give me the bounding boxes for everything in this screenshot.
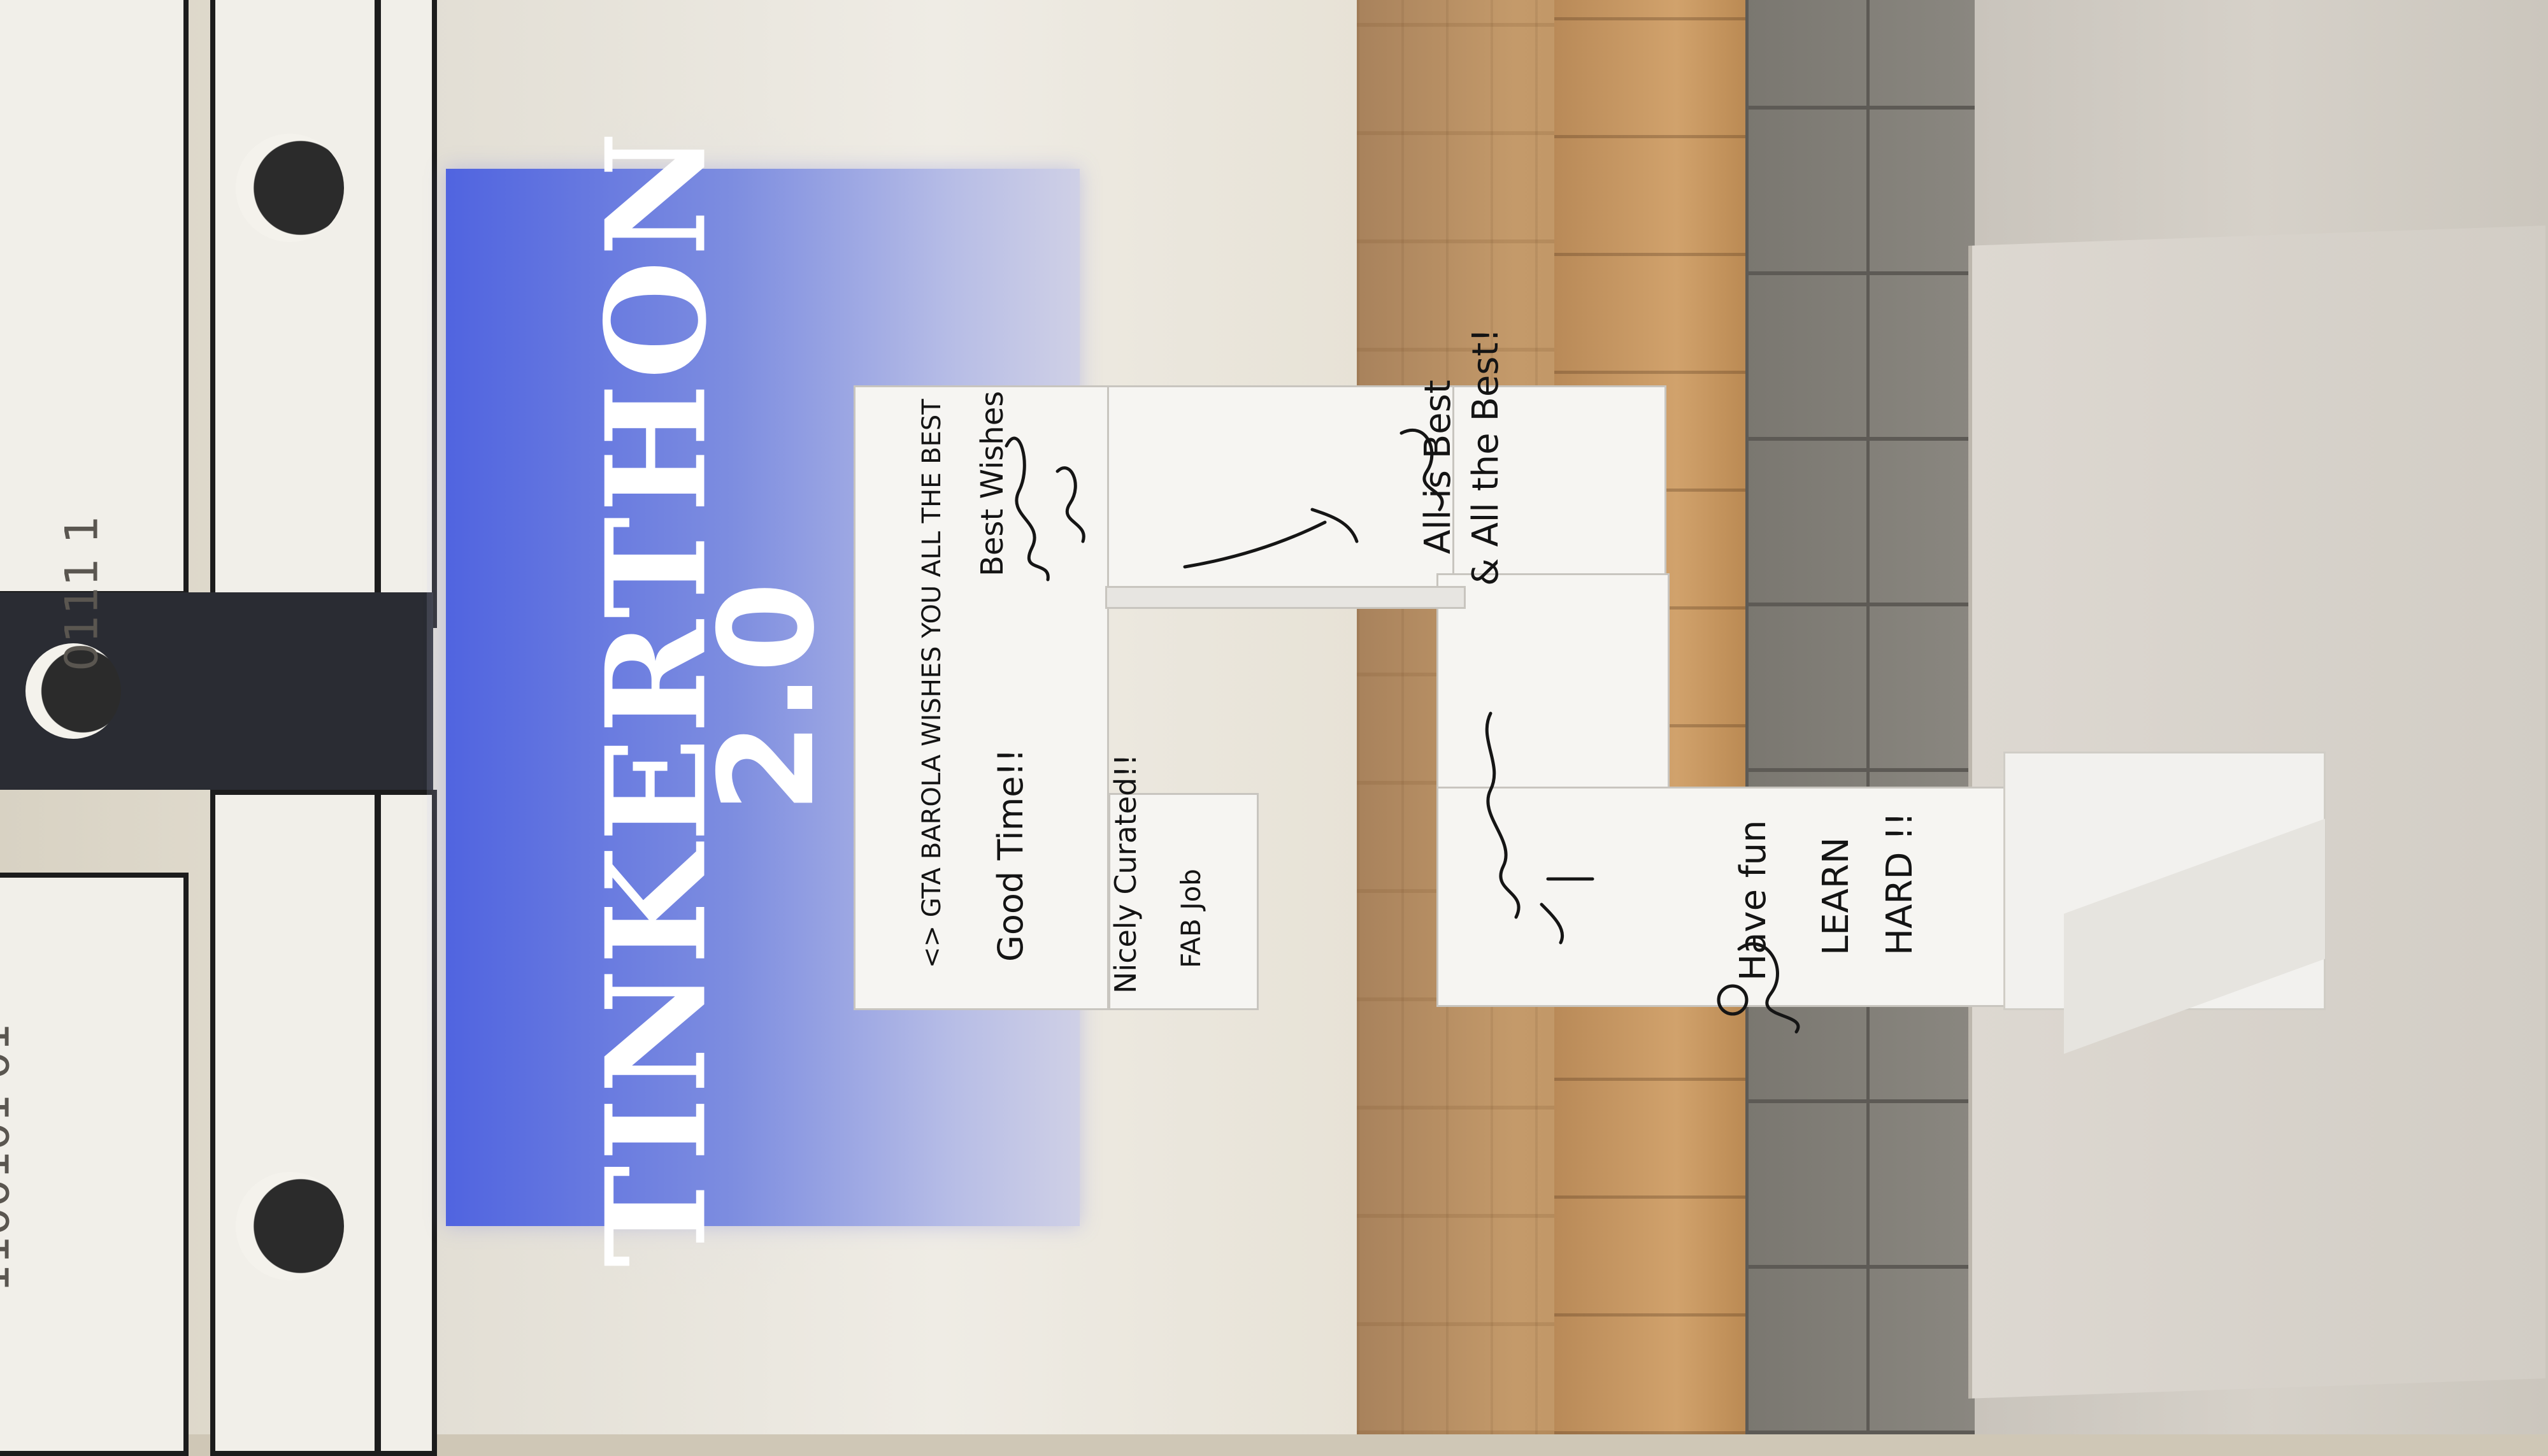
garland-top-text: 0111 1: [55, 515, 108, 671]
signature-2: [1056, 466, 1085, 543]
signature-4: [1399, 428, 1444, 511]
screen-version-text: 2.0: [692, 582, 843, 813]
pendant-lamp-icon: [236, 1172, 344, 1280]
hanging-panel-5: [210, 790, 380, 1456]
signatures-drawing: [1005, 428, 1800, 1034]
signature-1: [1005, 436, 1050, 582]
hanging-panel-1: [0, 0, 189, 596]
smiley-icon: [1717, 984, 1749, 1016]
signature-3: [1183, 508, 1359, 569]
hanging-panel-4: [0, 873, 189, 1456]
hanging-panel-2: [210, 0, 380, 628]
signature-5: [1485, 711, 1521, 919]
signature-6: [1540, 877, 1594, 945]
signature-7: [1737, 942, 1800, 1034]
pendant-lamp-icon: [236, 134, 344, 242]
garland-bottom-text: 1100101 01: [0, 1022, 20, 1292]
